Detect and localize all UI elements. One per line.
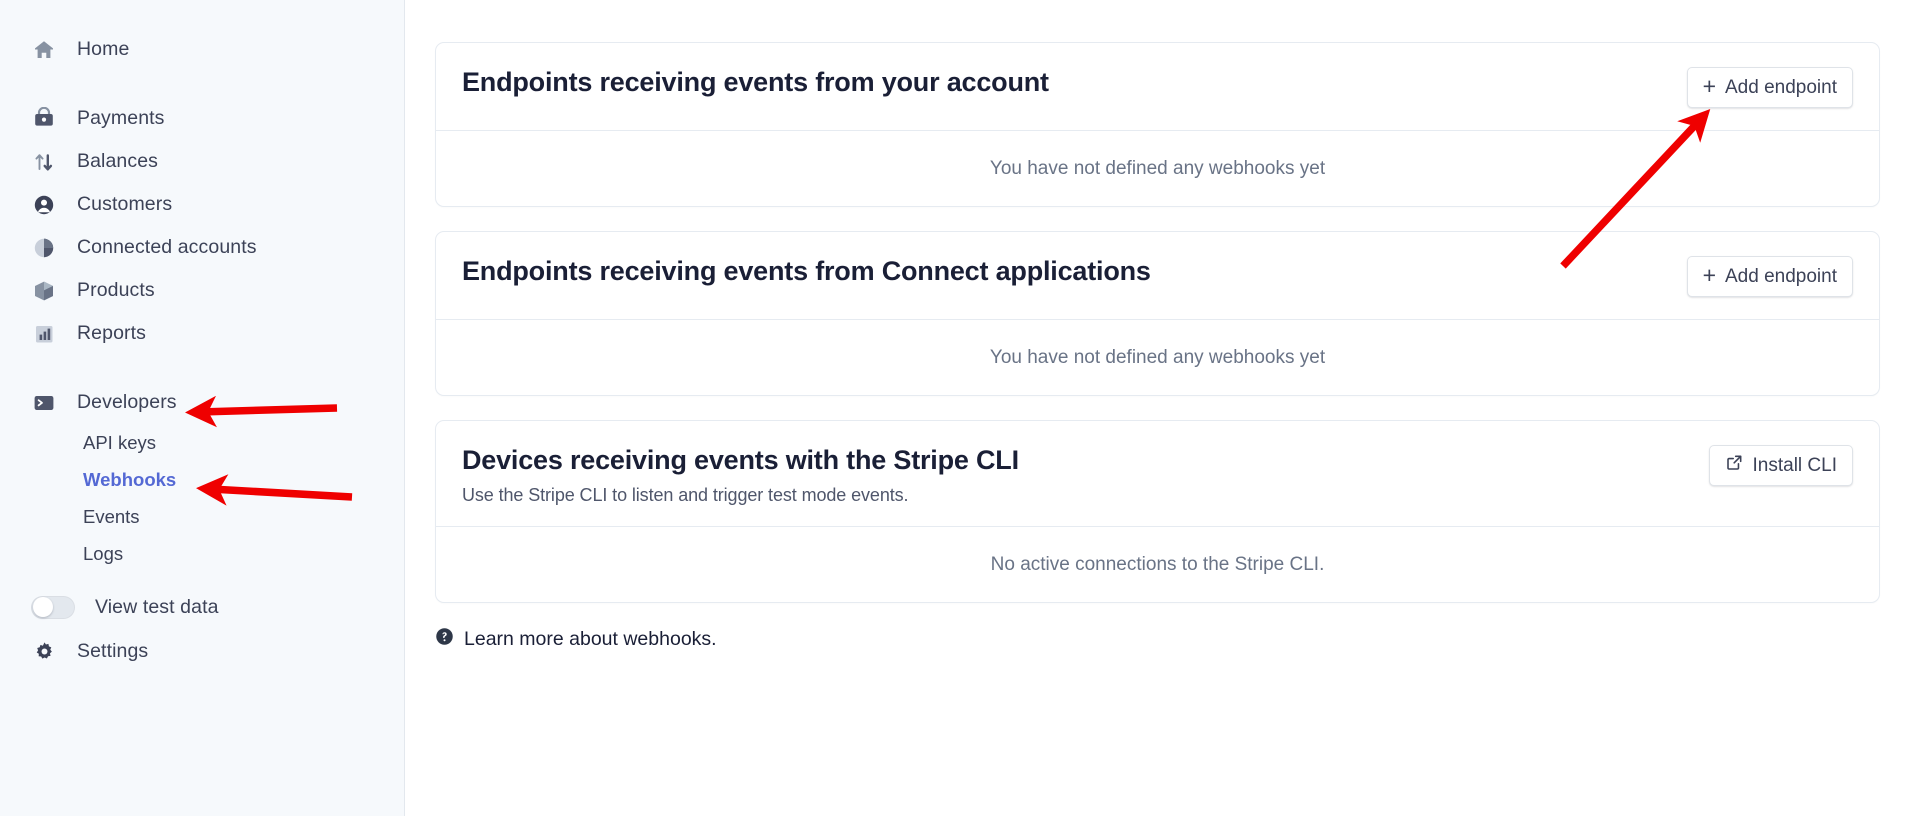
stripe-dashboard-webhooks-page: Home Payments Balances Customers Connect… xyxy=(0,0,1919,816)
sidebar-item-label: Home xyxy=(77,38,130,60)
plus-icon: + xyxy=(1702,262,1716,288)
card-subtitle: Use the Stripe CLI to listen and trigger… xyxy=(462,485,909,506)
sidebar-item-label: Reports xyxy=(77,322,146,344)
card-title: Endpoints receiving events from Connect … xyxy=(462,256,1151,286)
gear-icon xyxy=(31,639,57,665)
install-cli-button[interactable]: Install CLI xyxy=(1708,445,1853,486)
empty-state-text: You have not defined any webhooks yet xyxy=(989,346,1326,368)
sidebar-subitem-label: API keys xyxy=(83,431,156,453)
toggle-knob xyxy=(32,597,53,617)
card-empty-state: You have not defined any webhooks yet xyxy=(436,130,1879,206)
empty-state-text: You have not defined any webhooks yet xyxy=(989,157,1326,179)
view-test-data-toggle[interactable]: View test data xyxy=(0,584,404,630)
card-header: Endpoints receiving events from Connect … xyxy=(436,232,1879,319)
sidebar-item-reports[interactable]: Reports xyxy=(0,312,404,355)
help-circle-icon xyxy=(435,627,454,651)
add-endpoint-button-connect[interactable]: + Add endpoint xyxy=(1686,256,1853,297)
card-header: Endpoints receiving events from your acc… xyxy=(436,43,1879,130)
payments-icon xyxy=(31,106,57,132)
main-content: Endpoints receiving events from your acc… xyxy=(405,0,1919,816)
sidebar-subitem-label: Events xyxy=(83,505,140,527)
connected-accounts-icon xyxy=(31,235,57,261)
customers-icon xyxy=(31,192,57,218)
add-endpoint-button-account[interactable]: + Add endpoint xyxy=(1686,67,1853,108)
plus-icon: + xyxy=(1702,73,1716,99)
sidebar-item-events[interactable]: Events xyxy=(0,498,404,535)
sidebar-item-payments[interactable]: Payments xyxy=(0,97,404,140)
install-cli-label: Install CLI xyxy=(1752,454,1837,476)
products-icon xyxy=(31,278,57,304)
view-test-data-label: View test data xyxy=(95,595,219,618)
sidebar-item-connected-accounts[interactable]: Connected accounts xyxy=(0,226,404,269)
sidebar-item-logs[interactable]: Logs xyxy=(0,535,404,572)
home-icon xyxy=(31,37,57,63)
sidebar-item-webhooks[interactable]: Webhooks xyxy=(0,461,404,498)
card-empty-state: No active connections to the Stripe CLI. xyxy=(436,526,1879,602)
reports-icon xyxy=(31,321,57,347)
sidebar-item-balances[interactable]: Balances xyxy=(0,140,404,183)
connect-endpoints-card: Endpoints receiving events from Connect … xyxy=(435,231,1880,396)
card-empty-state: You have not defined any webhooks yet xyxy=(436,319,1879,395)
stripe-cli-card: Devices receiving events with the Stripe… xyxy=(435,420,1880,604)
sidebar-item-label: Connected accounts xyxy=(77,236,257,258)
sidebar-item-label: Balances xyxy=(77,150,159,172)
sidebar-item-home[interactable]: Home xyxy=(0,28,404,71)
external-link-icon xyxy=(1725,453,1744,478)
sidebar-item-products[interactable]: Products xyxy=(0,269,404,312)
add-endpoint-label: Add endpoint xyxy=(1725,265,1837,287)
terminal-icon xyxy=(31,390,57,416)
balances-icon xyxy=(31,149,57,175)
sidebar-item-settings[interactable]: Settings xyxy=(0,630,404,673)
sidebar: Home Payments Balances Customers Connect… xyxy=(0,0,405,816)
card-header: Devices receiving events with the Stripe… xyxy=(436,421,1879,526)
card-header-text: Devices receiving events with the Stripe… xyxy=(462,445,1019,506)
sidebar-item-label: Developers xyxy=(77,391,177,413)
sidebar-item-api-keys[interactable]: API keys xyxy=(0,424,404,461)
sidebar-subitem-label: Webhooks xyxy=(83,468,177,490)
sidebar-subitem-label: Logs xyxy=(83,542,124,564)
sidebar-item-customers[interactable]: Customers xyxy=(0,183,404,226)
learn-more-label: Learn more about webhooks. xyxy=(464,627,717,650)
sidebar-item-label: Payments xyxy=(77,107,165,129)
learn-more-link[interactable]: Learn more about webhooks. xyxy=(435,627,1880,651)
sidebar-item-label: Customers xyxy=(77,193,173,215)
card-title: Endpoints receiving events from your acc… xyxy=(462,67,1049,97)
sidebar-gap-1 xyxy=(0,71,404,97)
card-title: Devices receiving events with the Stripe… xyxy=(462,445,1019,475)
toggle-switch[interactable] xyxy=(31,595,75,619)
sidebar-item-developers[interactable]: Developers xyxy=(0,381,404,424)
empty-state-text: No active connections to the Stripe CLI. xyxy=(990,553,1325,575)
settings-label: Settings xyxy=(77,640,149,662)
add-endpoint-label: Add endpoint xyxy=(1725,76,1837,98)
account-endpoints-card: Endpoints receiving events from your acc… xyxy=(435,42,1880,207)
sidebar-item-label: Products xyxy=(77,279,155,301)
sidebar-gap-2 xyxy=(0,355,404,381)
